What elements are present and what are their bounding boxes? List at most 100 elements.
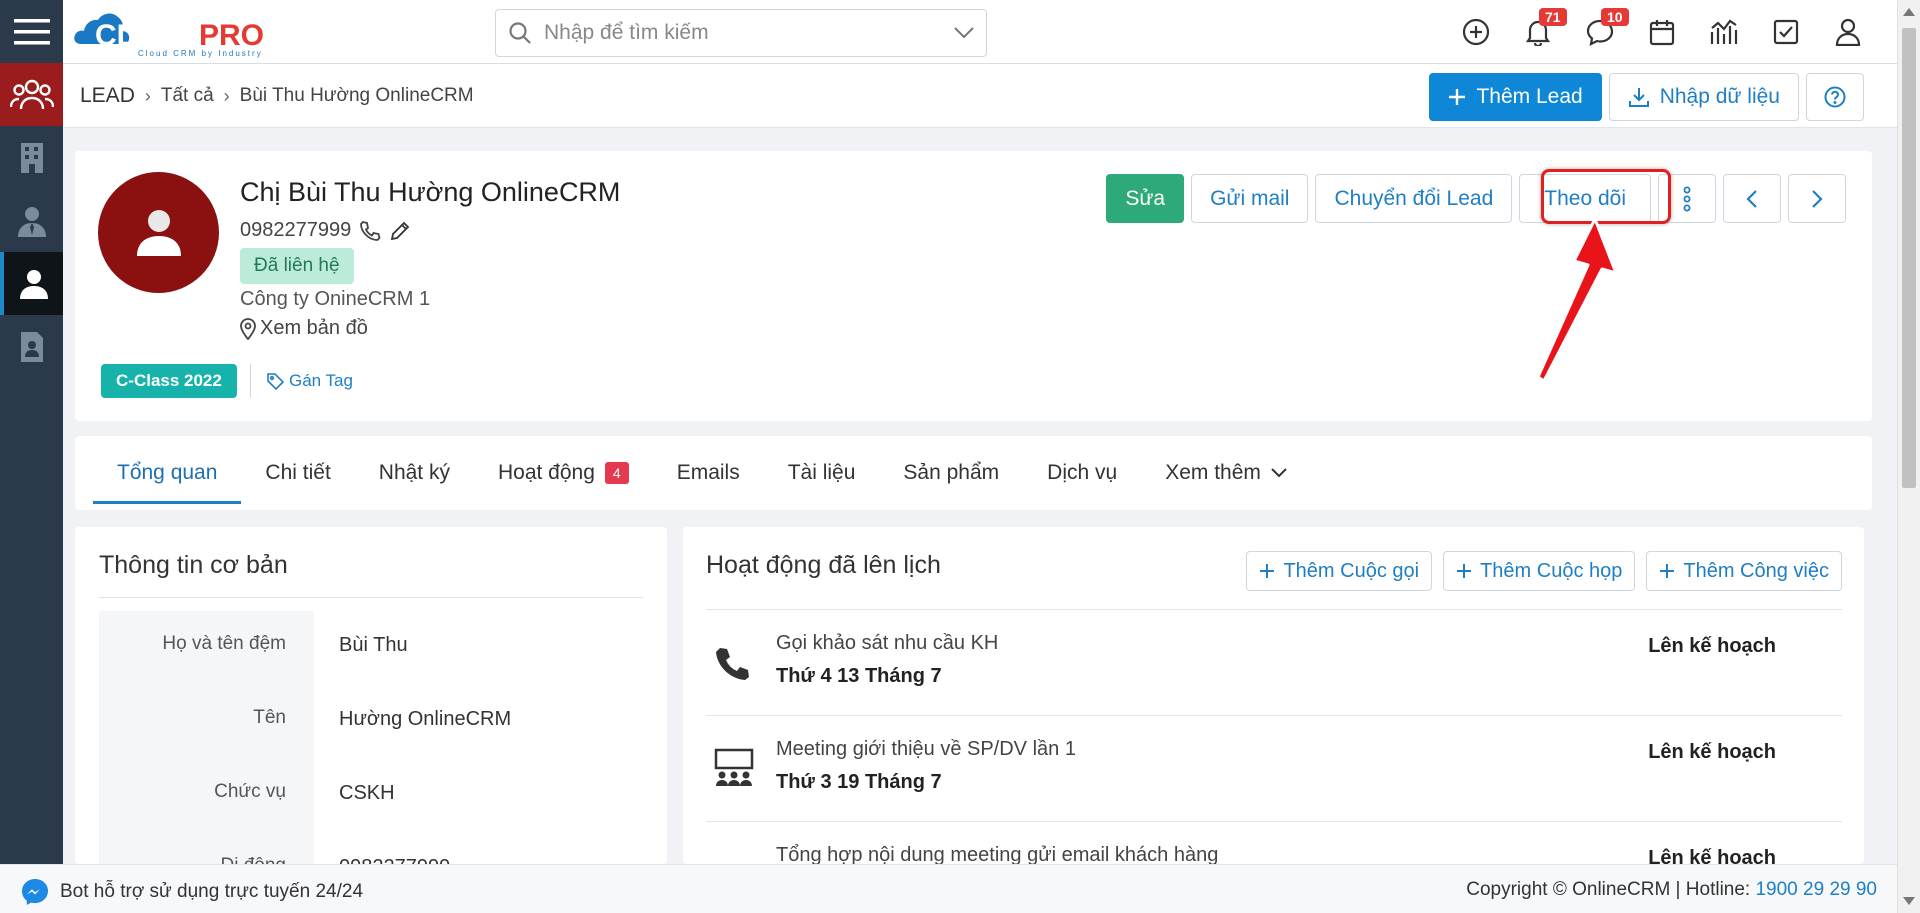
page-scrollbar[interactable] [1897,0,1920,913]
chevron-left-icon [1746,189,1757,208]
activity-subject: Meeting giới thiệu về SP/DV lần 1 [776,738,1076,760]
previous-record-button[interactable] [1723,174,1781,223]
breadcrumb-all[interactable]: Tất cả [161,85,214,107]
panel-title: Hoạt động đã lên lịch [706,551,941,579]
add-task-button[interactable]: Thêm Công việc [1646,551,1842,591]
cloudpro-logo[interactable]: CLOUD PRO Cloud CRM by Industry [73,6,303,58]
tab-details[interactable]: Chi tiết [241,436,354,510]
activity-subject: Tổng hợp nội dung meeting gửi email khác… [776,844,1219,864]
chart-icon [1710,19,1738,44]
tab-documents[interactable]: Tài liệu [764,436,880,510]
list-item[interactable]: Gọi khảo sát nhu cầu KH Thứ 4 13 Tháng 7… [706,610,1842,716]
tab-more[interactable]: Xem thêm [1141,436,1311,510]
phone-icon [716,648,749,680]
sidebar-item-contacts[interactable] [0,189,63,252]
tab-log[interactable]: Nhật ký [355,436,474,510]
send-mail-button[interactable]: Gửi mail [1191,174,1309,223]
tab-services[interactable]: Dịch vụ [1023,436,1141,510]
breadcrumb-module[interactable]: LEAD [80,84,135,108]
hamburger-icon [13,18,50,44]
search-icon [509,22,531,44]
tab-overview[interactable]: Tổng quan [93,436,242,510]
add-meeting-label: Thêm Cuộc họp [1480,559,1623,582]
view-map-link[interactable]: Xem bản đồ [240,317,368,340]
sidebar-item-documents[interactable] [0,315,63,378]
tag-badge[interactable]: C-Class 2022 [101,364,237,398]
tab-label: Xem thêm [1165,461,1261,484]
hotline-link[interactable]: 1900 29 29 90 [1755,879,1877,900]
calendar-button[interactable] [1631,0,1693,64]
quick-create-button[interactable] [1445,0,1507,64]
status-badge[interactable]: Đã liên hệ [240,248,354,284]
building-icon [20,142,43,173]
support-bot-label: Bot hỗ trợ sử dụng trực tuyến 24/24 [60,881,364,902]
tab-label: Dịch vụ [1047,461,1118,484]
help-button[interactable] [1806,73,1864,121]
next-record-button[interactable] [1788,174,1846,223]
top-bar: CLOUD PRO Cloud CRM by Industry 71 10 [63,0,1897,64]
add-lead-button[interactable]: Thêm Lead [1429,73,1602,121]
tab-label: Emails [676,461,740,484]
edit-button[interactable]: Sửa [1106,174,1185,223]
tab-label: Sản phẩm [903,461,1000,484]
scheduled-activities-panel: Hoạt động đã lên lịch Thêm Cuộc gọi Thêm… [683,527,1864,864]
sidebar-item-organizations[interactable] [0,126,63,189]
search-input[interactable] [544,21,954,45]
reports-button[interactable] [1693,0,1755,64]
sidebar-item-lead-detail[interactable] [0,252,63,315]
add-meeting-button[interactable]: Thêm Cuộc họp [1443,551,1636,591]
tab-emails[interactable]: Emails [653,436,764,510]
chevron-down-icon [1271,468,1287,478]
user-icon [1835,18,1861,46]
plus-icon [1449,89,1466,105]
avatar[interactable] [98,172,219,293]
edit-icon[interactable] [389,220,411,242]
scroll-up-icon[interactable] [1903,8,1915,16]
tab-products[interactable]: Sản phẩm [879,436,1023,510]
tab-activities[interactable]: Hoạt động 4 [474,436,653,510]
notifications-button[interactable]: 71 [1507,0,1569,64]
logo-tagline: Cloud CRM by Industry [138,49,263,58]
chevron-right-icon [1812,189,1823,208]
messages-button[interactable]: 10 [1569,0,1631,64]
import-data-button[interactable]: Nhập dữ liệu [1608,73,1799,121]
chevron-right-icon: › [144,85,151,106]
tasks-button[interactable] [1755,0,1817,64]
info-row-first-name: Tên Hường OnlineCRM [99,685,643,759]
field-value[interactable]: CSKH [314,759,395,833]
checkbox-icon [1773,19,1799,45]
field-value[interactable]: Hường OnlineCRM [314,685,511,759]
help-icon [1824,86,1846,108]
plus-circle-icon [1462,18,1490,46]
person-icon [136,209,181,256]
add-tag-link[interactable]: Gán Tag [267,371,353,391]
activity-list: Gọi khảo sát nhu cầu KH Thứ 4 13 Tháng 7… [706,610,1842,864]
phone-icon[interactable] [359,220,381,242]
sidebar-item-leads[interactable] [0,63,63,126]
tab-label: Tổng quan [117,461,218,484]
field-value[interactable]: Bùi Thu [314,611,408,685]
chevron-down-icon[interactable] [954,27,974,39]
tabs-bar: Tổng quan Chi tiết Nhật ký Hoạt động 4 Em… [75,436,1872,510]
support-bot-link[interactable]: Bot hỗ trợ sử dụng trực tuyến 24/24 [20,877,363,907]
activity-date: Thứ 3 19 Tháng 7 [776,771,942,793]
list-item[interactable]: Tổng hợp nội dung meeting gửi email khác… [706,822,1842,864]
meeting-icon [714,748,754,786]
user-profile-button[interactable] [1817,0,1879,64]
field-label: Chức vụ [99,759,314,833]
add-call-button[interactable]: Thêm Cuộc gọi [1246,551,1433,591]
person-tie-icon [17,206,46,237]
global-search[interactable] [495,9,987,57]
list-item[interactable]: Meeting giới thiệu về SP/DV lần 1 Thứ 3 … [706,716,1842,822]
tab-count-badge: 4 [604,462,629,484]
convert-lead-button[interactable]: Chuyển đổi Lead [1315,174,1513,223]
activity-date: Thứ 4 13 Tháng 7 [776,665,942,687]
scrollbar-thumb[interactable] [1902,28,1916,488]
lead-company[interactable]: Công ty OnineCRM 1 [240,288,430,311]
lead-phone-number: 0982277999 [240,219,352,241]
basic-info-panel: Thông tin cơ bản Họ và tên đệm Bùi Thu T… [75,527,667,907]
plus-icon [1457,564,1472,578]
chevron-right-icon: › [223,85,230,106]
menu-toggle[interactable] [0,0,63,63]
scroll-down-icon[interactable] [1903,897,1915,905]
